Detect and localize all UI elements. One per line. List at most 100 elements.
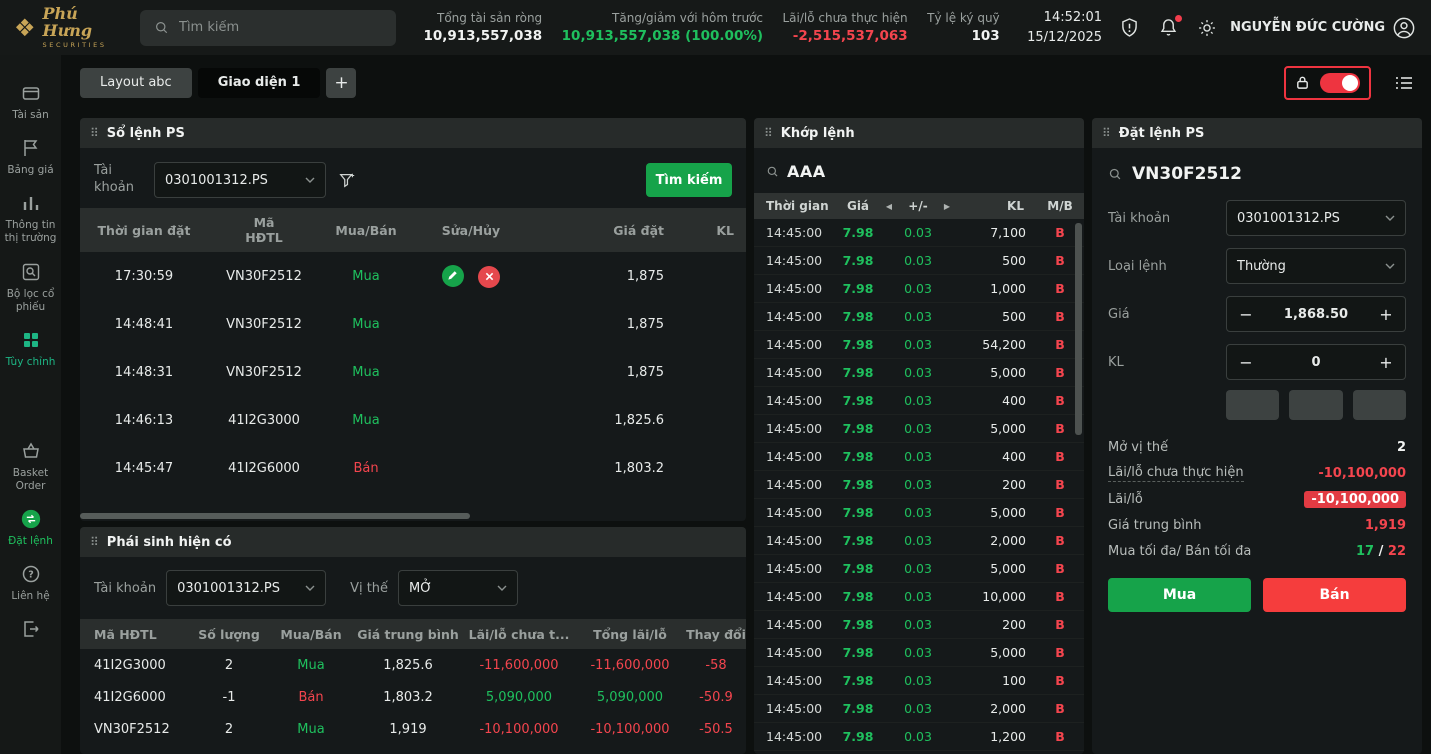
order-symbol: VN30F2512 xyxy=(208,269,320,284)
vertical-scrollbar-thumb[interactable] xyxy=(1075,223,1082,435)
order-side: Bán xyxy=(320,461,412,476)
matched-row[interactable]: 14:45:00 7.98 0.03 200 B xyxy=(754,471,1084,499)
bell-icon[interactable] xyxy=(1157,17,1179,39)
user-name[interactable]: NGUYỄN ĐỨC CƯỜNG xyxy=(1230,20,1385,35)
position-row[interactable]: 41I2G6000 -1 Bán 1,803.2 5,090,000 5,090… xyxy=(80,681,746,713)
position-avg-price: 1,919 xyxy=(352,722,464,737)
quick-qty-button[interactable] xyxy=(1226,390,1279,420)
workspace-tab-active[interactable]: Giao diện 1 xyxy=(198,68,321,98)
matched-row[interactable]: 14:45:00 7.98 0.03 5,000 B xyxy=(754,359,1084,387)
drag-handle-icon[interactable]: ⠿ xyxy=(1102,126,1111,140)
account-select[interactable]: 0301001312.PS xyxy=(154,162,326,198)
matched-row[interactable]: 14:45:00 7.98 0.03 1,200 B xyxy=(754,723,1084,751)
price-decrease-button[interactable]: − xyxy=(1227,305,1265,324)
cancel-order-icon[interactable] xyxy=(478,266,500,288)
account-select[interactable]: 0301001312.PS xyxy=(1226,200,1406,236)
matched-time: 14:45:00 xyxy=(754,505,834,520)
matched-row[interactable]: 14:45:00 7.98 0.03 5,000 B xyxy=(754,415,1084,443)
avatar[interactable] xyxy=(1393,17,1415,39)
matched-row[interactable]: 14:45:00 7.98 0.03 5,000 B xyxy=(754,555,1084,583)
quick-qty-button[interactable] xyxy=(1289,390,1342,420)
qty-decrease-button[interactable]: − xyxy=(1227,353,1265,372)
order-row[interactable]: 17:30:59 VN30F2512 Mua 1,875 xyxy=(80,252,746,300)
global-search[interactable] xyxy=(140,10,396,46)
col-avg-price: Giá trung bình xyxy=(352,627,464,642)
matched-symbol: AAA xyxy=(787,162,826,181)
order-row[interactable]: 14:48:41 VN30F2512 Mua 1,875 xyxy=(80,300,746,348)
drag-handle-icon[interactable]: ⠿ xyxy=(90,535,99,549)
sidebar-item-market-info[interactable]: Thông tin thị trường xyxy=(0,193,61,245)
sidebar-item-priceboard[interactable]: Bảng giá xyxy=(0,138,61,177)
matched-row[interactable]: 14:45:00 7.98 0.03 2,000 B xyxy=(754,695,1084,723)
sidebar-item-assets[interactable]: Tài sản xyxy=(0,83,61,122)
position-state-value: MỞ xyxy=(409,581,432,596)
order-row[interactable]: 14:46:13 41I2G3000 Mua 1,825.6 xyxy=(80,396,746,444)
matched-row[interactable]: 14:45:00 7.98 0.03 400 B xyxy=(754,443,1084,471)
matched-side: B xyxy=(1036,449,1084,464)
sell-button[interactable]: Bán xyxy=(1263,578,1406,612)
position-row[interactable]: VN30F2512 2 Mua 1,919 -10,100,000 -10,10… xyxy=(80,713,746,745)
matched-volume: 500 xyxy=(954,309,1036,324)
ticket-symbol-search[interactable]: VN30F2512 xyxy=(1092,148,1422,194)
chevron-down-icon xyxy=(1385,263,1395,269)
matched-row[interactable]: 14:45:00 7.98 0.03 1,000 B xyxy=(754,275,1084,303)
matched-change: 0.03 xyxy=(896,365,940,380)
sidebar-item-contact[interactable]: ? Liên hệ xyxy=(0,564,61,603)
sidebar-item-basket-order[interactable]: Basket Order xyxy=(0,441,61,493)
horizontal-scrollbar-thumb[interactable] xyxy=(80,513,470,519)
alert-shield-icon[interactable] xyxy=(1118,17,1140,39)
sidebar-item-customize[interactable]: Tùy chỉnh xyxy=(0,330,61,369)
search-input[interactable] xyxy=(179,20,382,35)
price-increase-button[interactable]: + xyxy=(1367,305,1405,324)
matched-row[interactable]: 14:45:00 7.98 0.03 200 B xyxy=(754,611,1084,639)
order-type-select[interactable]: Thường xyxy=(1226,248,1406,284)
pl-row: Lãi/lỗ -10,100,000 xyxy=(1108,486,1406,512)
position-row[interactable]: 41I2G3000 2 Mua 1,825.6 -11,600,000 -11,… xyxy=(80,649,746,681)
qty-increase-button[interactable]: + xyxy=(1367,353,1405,372)
search-orders-button[interactable]: Tìm kiếm xyxy=(646,163,732,197)
ticket-qty-row: KL − 0 + xyxy=(1092,338,1422,386)
filter-funnel-icon[interactable] xyxy=(338,171,356,189)
sidebar-item-place-order[interactable]: Đặt lệnh xyxy=(0,509,61,548)
quick-qty-button[interactable] xyxy=(1353,390,1406,420)
add-tab-button[interactable]: + xyxy=(326,68,356,98)
workspace-tab[interactable]: Layout abc xyxy=(80,68,192,98)
toggle-switch[interactable] xyxy=(1320,73,1360,93)
matched-row[interactable]: 14:45:00 7.98 0.03 5,000 B xyxy=(754,639,1084,667)
layout-lock-toggle[interactable] xyxy=(1284,66,1371,100)
drag-handle-icon[interactable]: ⠿ xyxy=(764,126,773,140)
buy-button[interactable]: Mua xyxy=(1108,578,1251,612)
matched-price: 7.98 xyxy=(834,561,882,576)
quantity-input[interactable]: 0 xyxy=(1265,355,1367,370)
edit-order-icon[interactable] xyxy=(442,265,464,287)
account-select[interactable]: 0301001312.PS xyxy=(166,570,326,606)
drag-handle-icon[interactable]: ⠿ xyxy=(90,126,99,140)
sidebar-item-stock-filter[interactable]: Bộ lọc cổ phiếu xyxy=(0,262,61,314)
matched-symbol-search[interactable]: AAA xyxy=(754,148,1084,193)
matched-row[interactable]: 14:45:00 7.98 0.03 10,000 B xyxy=(754,583,1084,611)
matched-row[interactable]: 14:45:00 7.98 0.03 54,200 B xyxy=(754,331,1084,359)
order-row[interactable]: 14:48:31 VN30F2512 Mua 1,875 xyxy=(80,348,746,396)
matched-row[interactable]: 14:45:00 7.98 0.03 500 B xyxy=(754,303,1084,331)
matched-row[interactable]: 14:45:00 7.98 0.03 400 B xyxy=(754,387,1084,415)
arrow-right-icon[interactable]: ▶ xyxy=(940,202,954,211)
matched-row[interactable]: 14:45:00 7.98 0.03 5,000 B xyxy=(754,499,1084,527)
panel-list-icon[interactable] xyxy=(1393,72,1415,94)
sidebar-item-exit[interactable] xyxy=(0,619,61,645)
order-book-header: ⠿ Sổ lệnh PS xyxy=(80,118,746,148)
header-stats: Tổng tài sản ròng 10,913,557,038 Tăng/gi… xyxy=(396,11,1027,44)
matched-table-body: 14:45:00 7.98 0.03 7,100 B 14:45:00 7.98… xyxy=(754,219,1084,754)
matched-row[interactable]: 14:45:00 7.98 0.03 2,000 B xyxy=(754,527,1084,555)
chevron-down-icon xyxy=(305,177,315,183)
position-unrealized: -11,600,000 xyxy=(464,658,574,673)
gear-icon[interactable] xyxy=(1196,17,1218,39)
position-state-select[interactable]: MỞ xyxy=(398,570,518,606)
price-input[interactable]: 1,868.50 xyxy=(1265,307,1367,322)
matched-row[interactable]: 14:45:00 7.98 0.03 7,100 B xyxy=(754,219,1084,247)
matched-volume: 500 xyxy=(954,253,1036,268)
matched-row[interactable]: 14:45:00 7.98 0.03 100 B xyxy=(754,667,1084,695)
arrow-left-icon[interactable]: ◀ xyxy=(882,202,896,211)
order-row[interactable]: 14:45:47 41I2G6000 Bán 1,803.2 xyxy=(80,444,746,492)
matched-row[interactable]: 14:45:00 7.98 0.03 500 B xyxy=(754,247,1084,275)
notification-badge xyxy=(1175,15,1182,22)
